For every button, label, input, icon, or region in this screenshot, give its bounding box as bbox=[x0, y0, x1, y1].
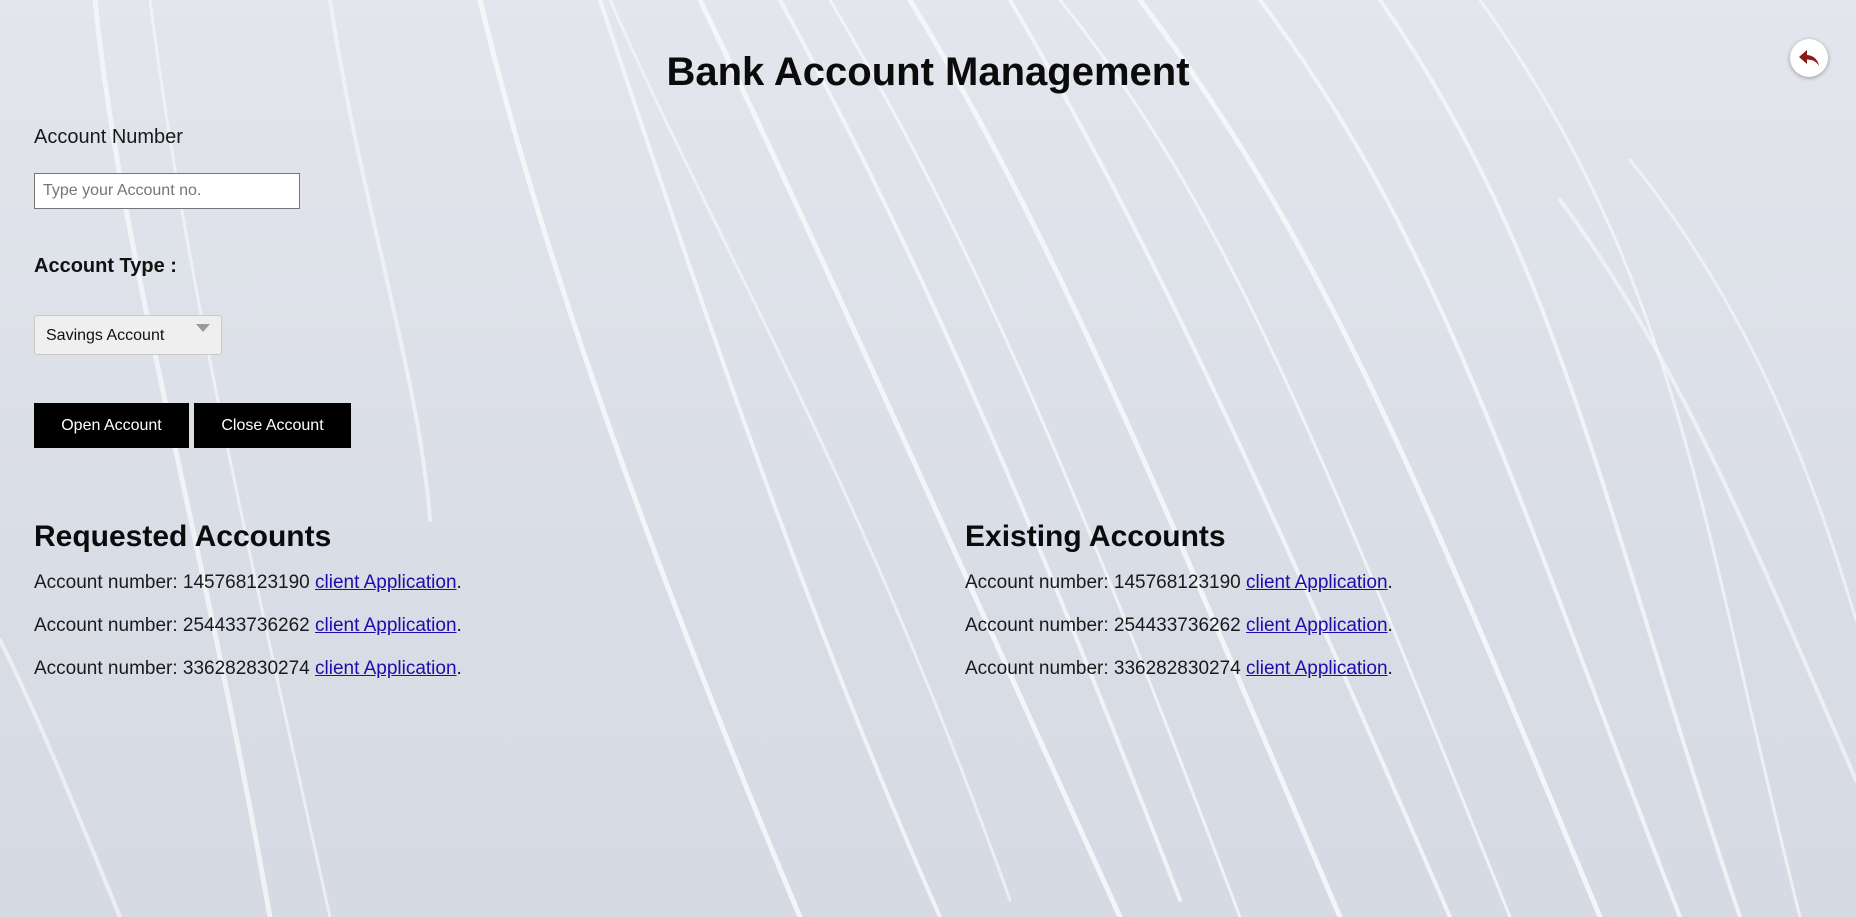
account-number-text: Account number: 336282830274 bbox=[965, 658, 1241, 679]
account-number-text: Account number: 336282830274 bbox=[34, 658, 310, 679]
client-application-link[interactable]: client Application bbox=[1246, 658, 1388, 679]
client-application-link[interactable]: client Application bbox=[315, 658, 457, 679]
account-type-selected-value: Savings Account bbox=[46, 327, 165, 344]
list-item: Account number: 145768123190 client Appl… bbox=[965, 572, 1393, 594]
page-content: Bank Account Management Account Number A… bbox=[0, 0, 1856, 917]
client-application-link[interactable]: client Application bbox=[1246, 572, 1388, 593]
punctuation: . bbox=[456, 615, 462, 636]
open-account-button[interactable]: Open Account bbox=[34, 403, 189, 448]
chevron-down-icon bbox=[196, 324, 210, 332]
list-item: Account number: 254433736262 client Appl… bbox=[965, 615, 1393, 637]
account-type-select[interactable]: Savings Account bbox=[34, 315, 222, 355]
page-title: Bank Account Management bbox=[666, 50, 1190, 94]
account-number-text: Account number: 145768123190 bbox=[965, 572, 1241, 593]
client-application-link[interactable]: client Application bbox=[315, 572, 457, 593]
punctuation: . bbox=[456, 572, 462, 593]
account-type-label: Account Type : bbox=[34, 255, 177, 277]
existing-accounts-title: Existing Accounts bbox=[965, 520, 1226, 553]
list-item: Account number: 336282830274 client Appl… bbox=[34, 658, 462, 680]
list-item: Account number: 336282830274 client Appl… bbox=[965, 658, 1393, 680]
requested-accounts-section: Requested Accounts Account number: 14576… bbox=[34, 516, 462, 701]
account-number-text: Account number: 254433736262 bbox=[34, 615, 310, 636]
punctuation: . bbox=[1387, 572, 1393, 593]
account-number-label: Account Number bbox=[34, 126, 183, 148]
punctuation: . bbox=[1387, 658, 1393, 679]
punctuation: . bbox=[456, 658, 462, 679]
account-number-input[interactable] bbox=[34, 173, 300, 209]
client-application-link[interactable]: client Application bbox=[315, 615, 457, 636]
list-item: Account number: 254433736262 client Appl… bbox=[34, 615, 462, 637]
existing-accounts-section: Existing Accounts Account number: 145768… bbox=[965, 516, 1393, 701]
client-application-link[interactable]: client Application bbox=[1246, 615, 1388, 636]
account-number-text: Account number: 254433736262 bbox=[965, 615, 1241, 636]
reply-arrow-icon bbox=[1799, 50, 1819, 66]
requested-accounts-title: Requested Accounts bbox=[34, 520, 332, 553]
list-item: Account number: 145768123190 client Appl… bbox=[34, 572, 462, 594]
account-number-text: Account number: 145768123190 bbox=[34, 572, 310, 593]
back-button[interactable] bbox=[1790, 39, 1828, 77]
punctuation: . bbox=[1387, 615, 1393, 636]
close-account-button[interactable]: Close Account bbox=[194, 403, 351, 448]
